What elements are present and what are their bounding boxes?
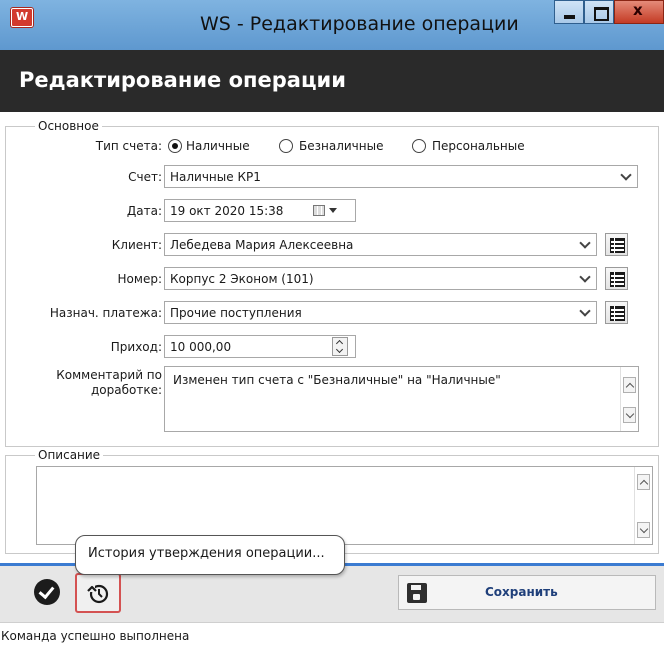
income-spinner[interactable] (332, 337, 348, 356)
purpose-label: Назнач. платежа: (49, 306, 162, 320)
app-icon[interactable] (11, 8, 33, 27)
history-tooltip: История утверждения операции... (75, 535, 345, 575)
client-value: Лебедева Мария Алексеевна (170, 238, 354, 252)
radio-noncash[interactable] (279, 139, 293, 153)
comment-textarea[interactable]: Изменен тип счета с "Безналичные" на "На… (164, 366, 639, 432)
radio-cash[interactable] (168, 139, 182, 153)
radio-noncash-label[interactable]: Безналичные (299, 139, 383, 153)
comment-scrollbar[interactable] (620, 367, 638, 431)
history-button[interactable] (75, 573, 121, 613)
close-button[interactable] (614, 0, 664, 24)
room-list-button[interactable] (605, 267, 628, 290)
client-label: Клиент: (111, 238, 162, 252)
save-button-label: Сохранить (485, 585, 558, 599)
radio-personal[interactable] (412, 139, 426, 153)
purpose-value: Прочие поступления (170, 306, 302, 320)
date-value: 19 окт 2020 15:38 (170, 204, 284, 218)
purpose-list-button[interactable] (605, 301, 628, 324)
save-button[interactable]: Сохранить (398, 575, 656, 610)
main-group-legend: Основное (35, 119, 102, 133)
description-textarea[interactable] (36, 466, 653, 545)
income-value: 10 000,00 (170, 340, 232, 354)
radio-personal-label[interactable]: Персональные (432, 139, 525, 153)
income-input[interactable]: 10 000,00 (164, 335, 356, 358)
window-title: WS - Редактирование операции (200, 13, 519, 35)
income-label: Приход: (110, 340, 162, 354)
window-titlebar[interactable]: WS - Редактирование операции (0, 0, 664, 50)
room-label: Номер: (117, 272, 162, 286)
status-bar: Команда успешно выполнена (0, 622, 664, 650)
account-value: Наличные КР1 (170, 170, 261, 184)
comment-label-line2: доработке: (90, 383, 162, 397)
chevron-down-icon (621, 170, 633, 182)
radio-cash-label[interactable]: Наличные (186, 139, 250, 153)
minimize-button[interactable] (554, 0, 584, 24)
chevron-down-icon (580, 238, 592, 250)
calendar-icon[interactable] (313, 205, 325, 216)
room-value: Корпус 2 Эконом (101) (170, 272, 314, 286)
floppy-disk-icon (407, 583, 427, 603)
calendar-dropdown-icon[interactable] (329, 208, 337, 213)
description-legend: Описание (35, 448, 104, 462)
date-label: Дата: (126, 204, 162, 218)
scroll-up-icon[interactable] (637, 474, 650, 490)
room-select[interactable]: Корпус 2 Эконом (101) (164, 267, 597, 290)
status-text: Команда успешно выполнена (1, 629, 190, 643)
account-type-label: Тип счета: (95, 139, 162, 153)
account-select[interactable]: Наличные КР1 (164, 165, 638, 188)
chevron-down-icon (580, 306, 592, 318)
page-title: Редактирование операции (19, 68, 346, 92)
purpose-select[interactable]: Прочие поступления (164, 301, 597, 324)
comment-label-line1: Комментарий по (56, 368, 162, 382)
scroll-down-icon[interactable] (623, 407, 636, 423)
client-select[interactable]: Лебедева Мария Алексеевна (164, 233, 597, 256)
account-label: Счет: (128, 170, 162, 184)
chevron-down-icon (580, 272, 592, 284)
comment-label: Комментарий по доработке: (40, 368, 162, 398)
scroll-up-icon[interactable] (623, 377, 636, 393)
maximize-button[interactable] (584, 0, 614, 24)
comment-value: Изменен тип счета с "Безналичные" на "На… (173, 373, 501, 387)
page-header: Редактирование операции (0, 50, 664, 112)
history-icon (87, 584, 109, 604)
approve-button[interactable] (34, 579, 60, 605)
client-list-button[interactable] (605, 233, 628, 256)
date-picker[interactable]: 19 окт 2020 15:38 (164, 199, 356, 222)
scroll-down-icon[interactable] (637, 522, 650, 538)
description-scrollbar[interactable] (634, 467, 652, 544)
